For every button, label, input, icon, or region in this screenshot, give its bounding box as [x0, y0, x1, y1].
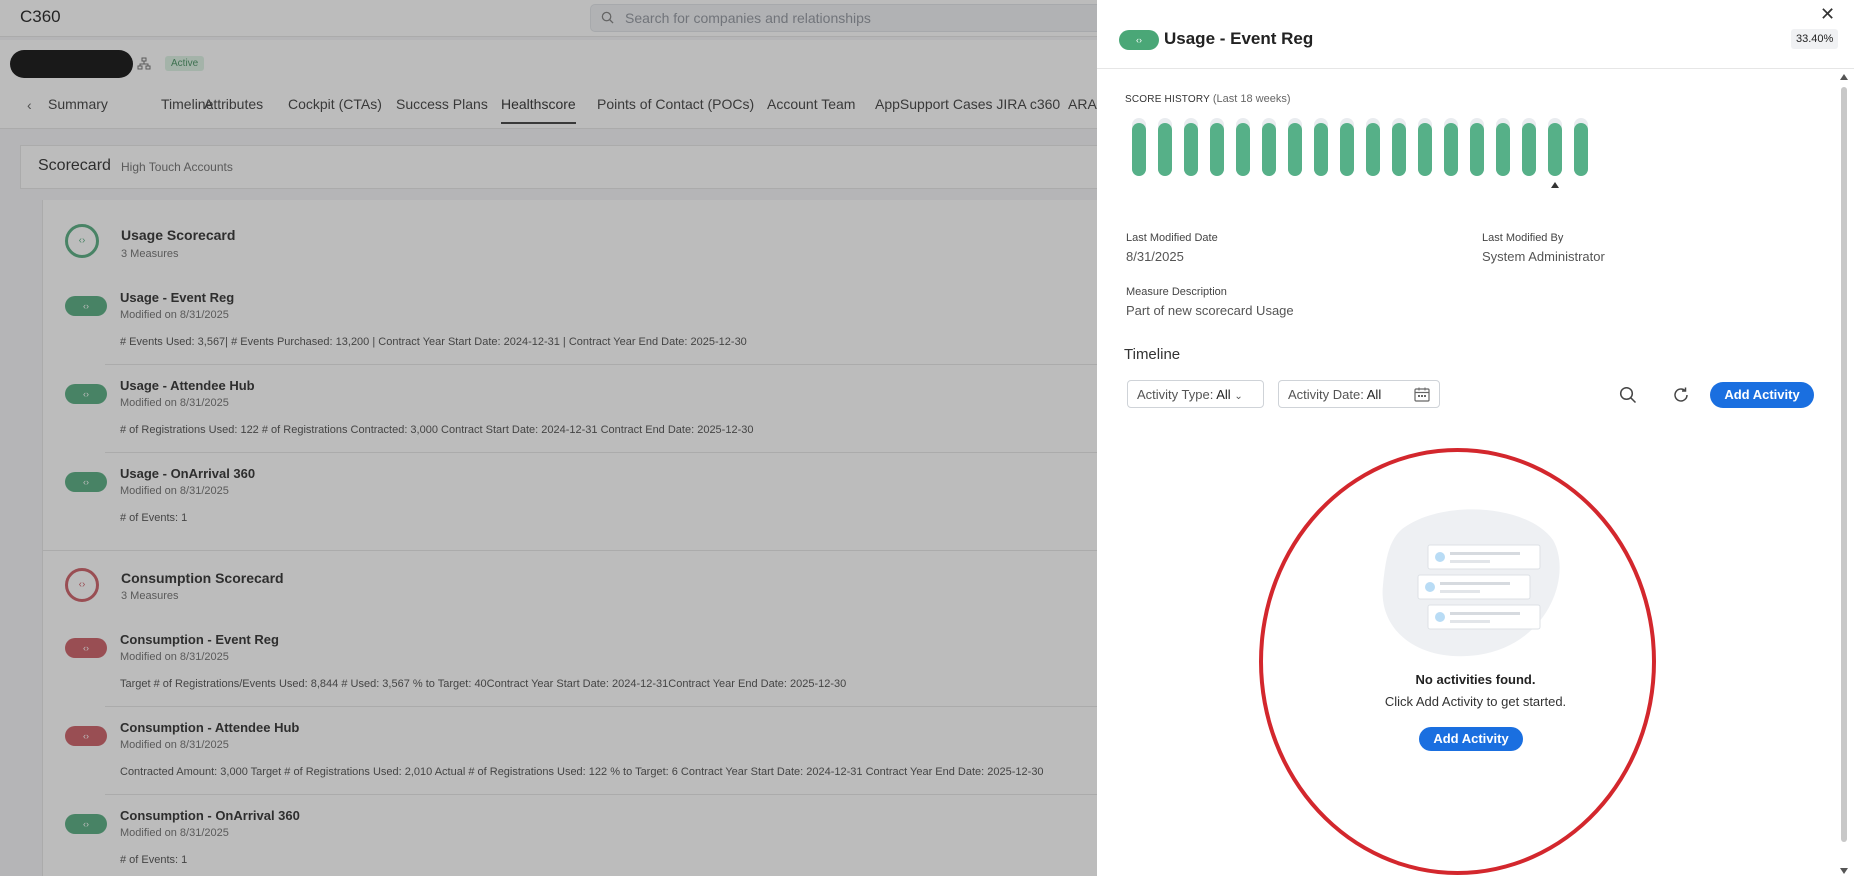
score-history-bar — [1288, 123, 1302, 176]
measure-score-pill: ‹› — [1119, 30, 1159, 50]
score-history-bar — [1574, 123, 1588, 176]
score-history-bar — [1418, 123, 1432, 176]
timeline-heading: Timeline — [1124, 346, 1181, 363]
score-history-bar — [1184, 123, 1198, 176]
score-history-week[interactable] — [1236, 118, 1250, 176]
score-history-bar — [1314, 123, 1328, 176]
measure-description-label: Measure Description — [1126, 286, 1227, 298]
score-history-bar — [1340, 123, 1354, 176]
score-history-bar — [1210, 123, 1224, 176]
score-history-week[interactable] — [1366, 118, 1380, 176]
score-history-bar — [1132, 123, 1146, 176]
score-history-week[interactable] — [1184, 118, 1198, 176]
score-history-bar — [1392, 123, 1406, 176]
score-history-bar — [1470, 123, 1484, 176]
scroll-up-icon[interactable] — [1840, 74, 1848, 80]
close-icon[interactable]: ✕ — [1820, 4, 1835, 25]
modal-backdrop[interactable] — [0, 0, 1097, 876]
score-history-week[interactable] — [1418, 118, 1432, 176]
panel-title: Usage - Event Reg — [1164, 29, 1314, 48]
score-history-week[interactable] — [1288, 118, 1302, 176]
score-history-week[interactable] — [1314, 118, 1328, 176]
empty-state-subtitle: Click Add Activity to get started. — [1384, 694, 1567, 709]
score-history-title: SCORE HISTORY — [1125, 94, 1210, 105]
activity-type-value: All — [1216, 387, 1231, 402]
score-percent-badge: 33.40% — [1791, 29, 1839, 49]
score-history-label: SCORE HISTORY (Last 18 weeks) — [1125, 93, 1291, 105]
measure-description-value: Part of new scorecard Usage — [1126, 303, 1294, 318]
last-modified-date-value: 8/31/2025 — [1126, 249, 1184, 264]
score-history-week[interactable] — [1548, 118, 1562, 176]
score-history-week[interactable] — [1132, 118, 1146, 176]
chevron-down-icon: ⌄ — [1234, 391, 1243, 402]
score-history-bar — [1262, 123, 1276, 176]
last-modified-by-value: System Administrator — [1482, 249, 1605, 264]
score-history-bar — [1496, 123, 1510, 176]
score-history-range: (Last 18 weeks) — [1212, 93, 1291, 105]
score-history-week[interactable] — [1158, 118, 1172, 176]
last-modified-by-label: Last Modified By — [1482, 232, 1564, 244]
score-history-bar — [1548, 123, 1562, 176]
score-history-week[interactable] — [1444, 118, 1458, 176]
score-history-bar — [1236, 123, 1250, 176]
score-history-bar — [1444, 123, 1458, 176]
score-history-bar — [1158, 123, 1172, 176]
refresh-icon[interactable] — [1672, 386, 1690, 404]
selected-week-marker — [1551, 182, 1559, 188]
score-history-bar — [1522, 123, 1536, 176]
panel-header: ‹› Usage - Event Reg ✕ 33.40% — [1097, 0, 1854, 69]
score-history-week[interactable] — [1522, 118, 1536, 176]
add-activity-button[interactable]: Add Activity — [1710, 382, 1814, 408]
last-modified-date-label: Last Modified Date — [1126, 232, 1218, 244]
search-icon[interactable] — [1619, 386, 1637, 404]
score-history-week[interactable] — [1210, 118, 1224, 176]
score-history-bar — [1366, 123, 1380, 176]
score-history-week[interactable] — [1392, 118, 1406, 176]
activity-type-filter[interactable]: Activity Type: All ⌄ — [1127, 380, 1264, 408]
panel-scrollbar[interactable] — [1838, 72, 1850, 876]
score-history-week[interactable] — [1262, 118, 1276, 176]
scroll-down-icon[interactable] — [1840, 868, 1848, 874]
activity-date-value: All — [1366, 387, 1382, 402]
score-history-week[interactable] — [1574, 118, 1588, 176]
empty-state-title: No activities found. — [1415, 672, 1536, 687]
scrollbar-thumb[interactable] — [1841, 87, 1847, 842]
activity-type-label: Activity Type: — [1137, 387, 1214, 402]
activity-date-filter[interactable]: Activity Date: All — [1278, 380, 1440, 408]
activity-date-label: Activity Date: — [1288, 387, 1364, 402]
empty-state-illustration — [1382, 509, 1560, 657]
score-history-week[interactable] — [1470, 118, 1484, 176]
add-activity-empty-button[interactable]: Add Activity — [1419, 727, 1523, 751]
calendar-icon[interactable] — [1414, 387, 1430, 402]
score-history-chart — [1132, 118, 1612, 178]
score-history-week[interactable] — [1496, 118, 1510, 176]
score-history-week[interactable] — [1340, 118, 1354, 176]
